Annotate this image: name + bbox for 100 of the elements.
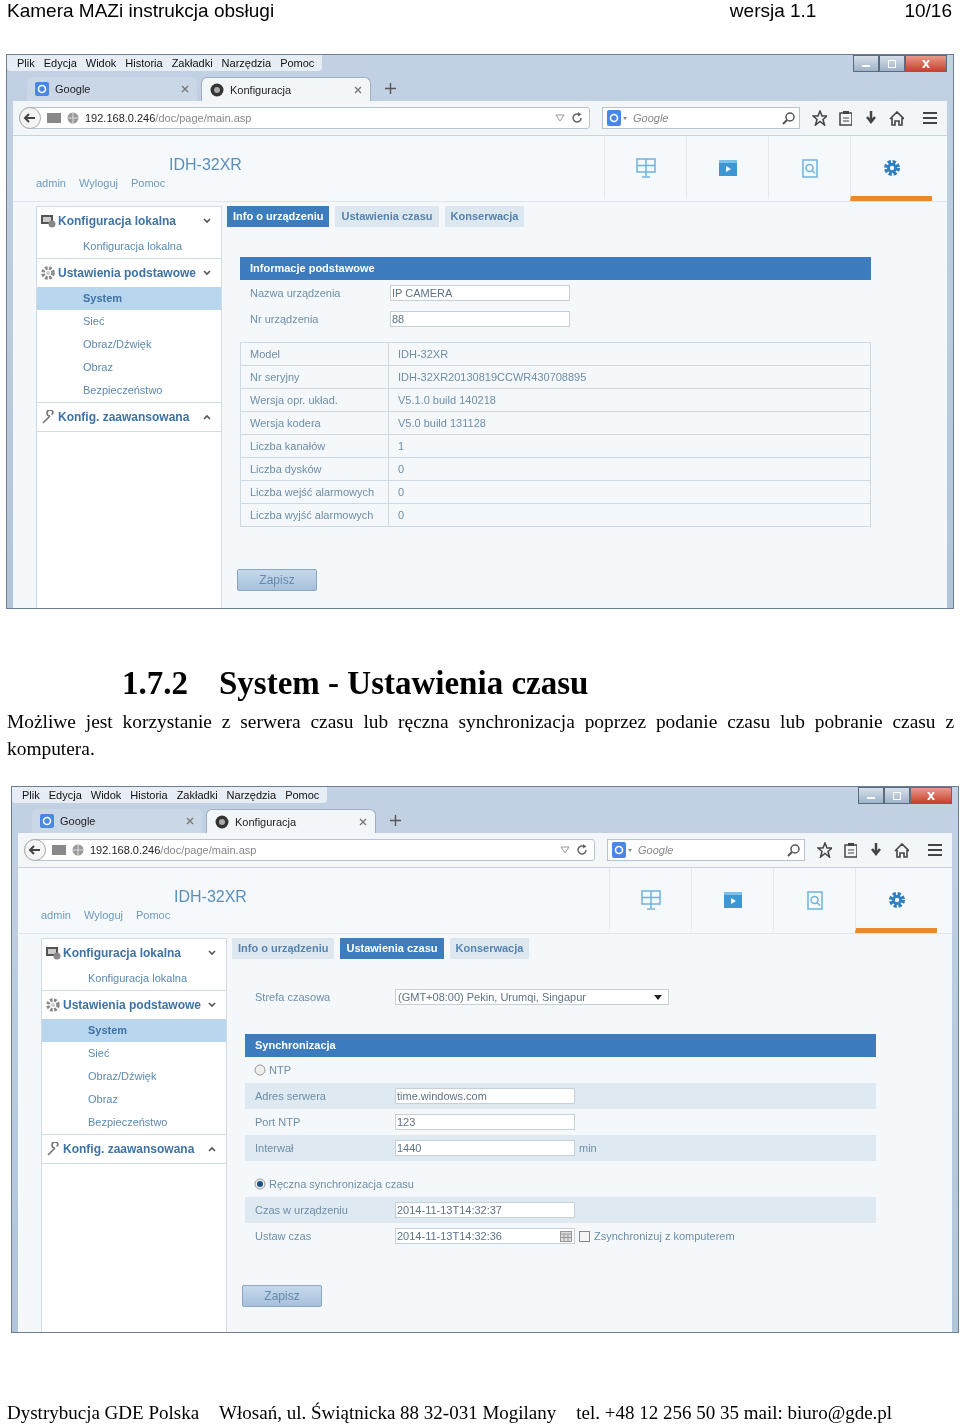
menu-item[interactable]: Pomoc [280,57,315,69]
dropdown-field[interactable]: (GMT+08:00) Pekin, Urumqi, Singapur [395,989,669,1005]
search-icon[interactable] [782,111,795,125]
checkbox[interactable] [579,1230,590,1242]
search-bar[interactable]: Google [602,107,800,129]
menu-item[interactable]: Plik [17,57,35,69]
calendar-icon[interactable] [560,1230,572,1242]
menu-item[interactable]: Plik [22,789,40,801]
header-link[interactable]: Pomoc [136,909,171,921]
menu-item[interactable]: Zakładki [176,789,218,801]
header-link[interactable]: Wyloguj [78,177,118,189]
plus-icon[interactable] [390,815,401,826]
sidebar-item[interactable]: Konfiguracja lokalna [37,235,221,258]
input-field[interactable]: time.windows.com [395,1088,575,1104]
maximize-button[interactable] [879,55,905,72]
search-engine-icon[interactable] [612,842,632,858]
heading-number: 1.7.2 [122,664,189,703]
menu-item[interactable]: Historia [130,789,168,801]
home-icon[interactable] [889,110,905,126]
search-engine-icon[interactable] [607,110,627,126]
refresh-icon[interactable] [571,112,583,124]
close-icon[interactable] [354,85,362,94]
home-icon[interactable] [894,842,910,858]
sidebar-item[interactable]: System [42,1019,226,1042]
sidebar-item[interactable]: Obraz [42,1088,226,1111]
sidebar-item[interactable]: Obraz/Dźwięk [42,1065,226,1088]
address-bar[interactable]: 192.168.0.246/doc/page/main.asp [19,107,590,129]
header-link[interactable]: admin [36,177,66,189]
sidebar-item[interactable]: Sieć [37,310,221,333]
browser-tab[interactable]: Google [27,77,197,101]
sidebar-group[interactable]: Konfig. zaawansowana [42,1135,226,1163]
sidebar-item[interactable]: Obraz/Dźwięk [37,333,221,356]
input-field[interactable]: 2014-11-13T14:32:36 [397,1230,560,1242]
plus-icon[interactable] [385,83,396,94]
sidebar-item[interactable]: System [37,287,221,310]
input-field[interactable]: 1440 [395,1140,575,1156]
page-tab[interactable]: Info o urządzeniu [227,206,330,227]
header-link[interactable]: Pomoc [131,177,166,189]
refresh-icon[interactable] [576,844,588,856]
radio-button[interactable] [254,1178,266,1190]
sidebar-item[interactable]: Sieć [42,1042,226,1065]
sidebar-group[interactable]: Konfig. zaawansowana [37,403,221,431]
search-field[interactable]: Google [631,111,778,125]
menu-icon[interactable] [922,111,937,125]
minimize-button[interactable] [853,55,879,72]
page-tab[interactable]: Ustawienia czasu [340,938,444,959]
menu-item[interactable]: Historia [125,57,163,69]
page-tab[interactable]: Ustawienia czasu [335,206,439,227]
radio-button[interactable] [254,1064,266,1076]
download-icon[interactable] [864,110,878,126]
menu-item[interactable]: Edycja [43,57,77,69]
search-icon[interactable] [787,843,800,857]
sidebar-item[interactable]: Konfiguracja lokalna [42,967,226,990]
close-button[interactable] [905,55,947,72]
search-bar[interactable]: Google [607,839,805,861]
sidebar-group[interactable]: Konfiguracja lokalna [37,207,221,235]
chevron-down-icon [203,270,211,276]
menu-item[interactable]: Zakładki [171,57,213,69]
sidebar-item[interactable]: Bezpieczeństwo [37,379,221,402]
minimize-button[interactable] [858,787,884,804]
star-icon[interactable] [812,110,827,126]
menu-icon[interactable] [927,843,942,857]
close-icon[interactable] [186,817,194,825]
menu-item[interactable]: Pomoc [285,789,320,801]
close-button[interactable] [910,787,952,804]
menu-item[interactable]: Edycja [48,789,82,801]
date-picker[interactable]: 2014-11-13T14:32:36 [395,1228,575,1244]
header-link[interactable]: admin [41,909,71,921]
input-field[interactable]: 123 [395,1114,575,1130]
close-icon[interactable] [359,817,367,826]
star-icon[interactable] [817,842,832,858]
header-link[interactable]: Wyloguj [83,909,123,921]
input-field[interactable]: 88 [390,311,570,327]
browser-tab[interactable]: Google [32,809,202,833]
menu-item[interactable]: Widok [90,789,122,801]
page-tab[interactable]: Konserwacja [449,938,530,959]
close-icon[interactable] [181,85,189,93]
sidebar-item[interactable]: Bezpieczeństwo [42,1111,226,1134]
page-tab[interactable]: Konserwacja [444,206,525,227]
back-icon[interactable] [24,839,46,861]
page-tab[interactable]: Info o urządzeniu [232,938,335,959]
clipboard-icon[interactable] [843,842,858,858]
address-bar[interactable]: 192.168.0.246/doc/page/main.asp [24,839,595,861]
browser-tab[interactable]: Konfiguracja [206,809,376,833]
menu-item[interactable]: Narzędzia [221,57,272,69]
sidebar-group[interactable]: Ustawienia podstawowe [42,991,226,1019]
clipboard-icon[interactable] [838,110,853,126]
sidebar-group[interactable]: Konfiguracja lokalna [42,939,226,967]
input-field[interactable]: IP CAMERA [390,285,570,301]
table-cell: 1 [388,434,871,458]
sidebar-item[interactable]: Obraz [37,356,221,379]
input-field[interactable]: 2014-11-13T14:32:37 [395,1202,575,1218]
search-field[interactable]: Google [636,843,783,857]
sidebar-group[interactable]: Ustawienia podstawowe [37,259,221,287]
back-icon[interactable] [19,107,41,129]
download-icon[interactable] [869,842,883,858]
maximize-button[interactable] [884,787,910,804]
menu-item[interactable]: Narzędzia [226,789,277,801]
menu-item[interactable]: Widok [85,57,117,69]
browser-tab[interactable]: Konfiguracja [201,77,371,101]
